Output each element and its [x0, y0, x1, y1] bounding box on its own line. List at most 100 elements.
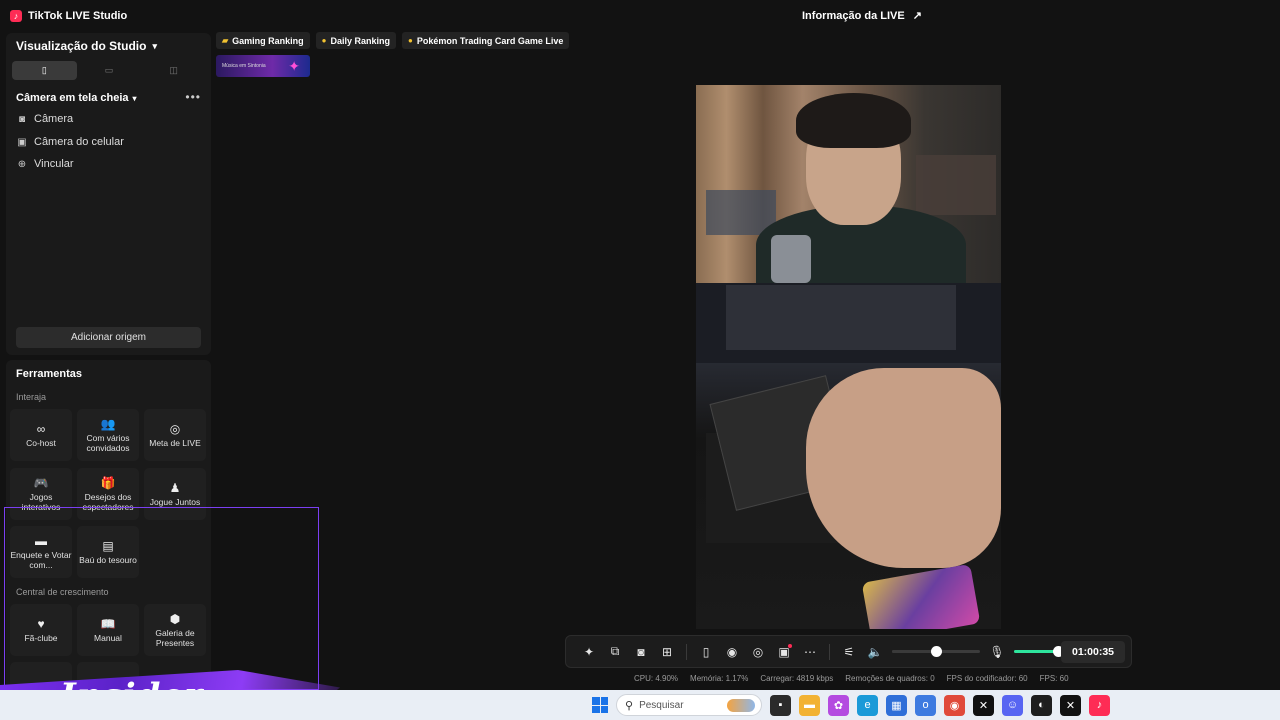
speaker-volume-slider[interactable] [892, 646, 980, 657]
tool-label: Desejos dos espectadores [82, 491, 134, 512]
windows-taskbar: ⚲ Pesquisar ▪ ▬ ✿ e ▦ o ◉ ✕ ☺ ◐ ✕ ♪ [0, 690, 1280, 720]
tool-label: Manual [94, 632, 122, 643]
landscape-layout-icon[interactable]: ▭ [77, 61, 142, 80]
tool-interactive-games[interactable]: 🎮 Jogos interativos [10, 468, 72, 520]
poll-icon: ▬ [35, 533, 47, 548]
video-camera-icon[interactable]: ▣ [771, 639, 797, 665]
booster-pack [861, 563, 981, 629]
snapshot-icon[interactable]: ◙ [628, 639, 654, 665]
tool-play-together[interactable]: ♟ Jogue Juntos [144, 468, 206, 520]
speaker-icon[interactable]: 🔈 [862, 639, 888, 665]
tool-label: Baú do tesouro [79, 554, 137, 565]
stat-dropped-frames: Remoções de quadros: 0 [845, 674, 935, 683]
live-timer: 01:00:35 [1061, 641, 1125, 663]
effects-icon[interactable]: ⧉ [602, 639, 628, 665]
ranking-gaming[interactable]: ▰ Gaming Ranking [216, 32, 310, 49]
source-item-link[interactable]: ⊕ Vincular [16, 158, 74, 170]
store-icon[interactable]: ▦ [886, 694, 907, 716]
tool-treasure-chest[interactable]: ▤ Baú do tesouro [77, 526, 139, 578]
portrait-layout-icon[interactable]: ▯ [12, 61, 77, 80]
app-title: ♪ TikTok LIVE Studio [10, 10, 127, 22]
gift-wish-icon: 🎁 [100, 475, 116, 490]
medal-icon: ● [321, 36, 327, 45]
tool-live-goal[interactable]: ◎ Meta de LIVE [144, 409, 206, 461]
tools-title: Ferramentas [16, 368, 83, 380]
multi-guest-icon: 👥 [100, 416, 116, 431]
ranking-label: Pokémon Trading Card Game Live [416, 35, 564, 46]
add-media-icon[interactable]: ⊞ [654, 639, 680, 665]
source-label: Câmera do celular [34, 136, 124, 148]
mic-volume-fill [1014, 650, 1058, 653]
tool-poll[interactable]: ▬ Enquete e Votar com... [10, 526, 72, 578]
stats-bar: CPU: 4.90% Memória: 1.17% Carregar: 4819… [634, 674, 1069, 683]
stat-memory: Memória: 1.17% [690, 674, 749, 683]
source-item-phone-camera[interactable]: ▣ Câmera do celular [16, 136, 124, 148]
task-view-icon[interactable]: ▪ [770, 694, 791, 716]
ranking-pokemon[interactable]: ● Pokémon Trading Card Game Live [402, 32, 570, 49]
split-layout-icon[interactable]: ◫ [141, 61, 206, 80]
goal-icon: ◎ [169, 421, 181, 436]
add-source-button[interactable]: Adicionar origem [16, 327, 201, 348]
scene-dropdown[interactable]: Câmera em tela cheia ▾ [16, 92, 137, 104]
tool-fan-club[interactable]: ♥ Fã-clube [10, 604, 72, 656]
hand [806, 368, 1001, 568]
ranking-daily[interactable]: ● Daily Ranking [315, 32, 397, 49]
tool-cohost[interactable]: ∞ Co-host [10, 409, 72, 461]
microphone-icon[interactable]: 🎙 [984, 639, 1010, 665]
magic-wand-icon[interactable]: ✦ [576, 639, 602, 665]
edge-icon[interactable]: e [857, 694, 878, 716]
tool-gift-gallery[interactable]: ⬢ Galeria de Presentes [144, 604, 206, 656]
camera-feed-bottom [696, 283, 1001, 629]
phone-icon[interactable]: ▯ [693, 639, 719, 665]
tool-label: Meta de LIVE [149, 437, 201, 448]
copilot-icon[interactable]: ✿ [828, 694, 849, 716]
treasure-chest-icon: ▤ [102, 538, 114, 553]
interact-section-label: Interaja [16, 392, 47, 402]
heart-icon: ♥ [37, 616, 45, 631]
link-icon: ∞ [36, 421, 46, 436]
monitor-in-view [696, 283, 1001, 363]
monitor-screen [726, 285, 956, 350]
stream-preview[interactable] [696, 85, 1001, 629]
rankings-bar: ▰ Gaming Ranking ● Daily Ranking ● Pokém… [216, 32, 570, 49]
outlook-icon[interactable]: o [915, 694, 936, 716]
stat-cpu: CPU: 4.90% [634, 674, 679, 683]
obs-icon[interactable]: ◐ [1031, 694, 1052, 716]
more-options-icon[interactable]: ••• [185, 90, 201, 104]
search-placeholder: Pesquisar [639, 699, 684, 711]
capcut-icon[interactable]: ✕ [973, 694, 994, 716]
studio-view-dropdown[interactable]: Visualização do Studio ▾ [16, 39, 157, 53]
chevron-down-icon: ▾ [152, 40, 158, 51]
tool-label: Jogos interativos [21, 491, 61, 512]
shelf-decor [916, 155, 996, 215]
target-icon[interactable]: ◎ [745, 639, 771, 665]
tool-multi-guest[interactable]: 👥 Com vários convidados [77, 409, 139, 461]
taskbar-search[interactable]: ⚲ Pesquisar [616, 694, 762, 716]
promo-banner[interactable]: Música em Sintonia ✦ [216, 55, 310, 77]
layout-toggle: ▯ ▭ ◫ [12, 61, 206, 80]
studio-title-text: Visualização do Studio [16, 39, 147, 53]
file-explorer-icon[interactable]: ▬ [799, 694, 820, 716]
windows-start-icon[interactable] [592, 697, 608, 713]
record-icon[interactable]: ◉ [719, 639, 745, 665]
tiktok-live-icon[interactable]: ♪ [1089, 694, 1110, 716]
app-title-text: TikTok LIVE Studio [28, 10, 128, 22]
live-info-button[interactable]: Informação da LIVE ↗ [802, 9, 922, 23]
search-icon: ⚲ [625, 699, 634, 712]
chevron-down-icon: ▾ [132, 93, 137, 103]
source-item-camera[interactable]: ◙ Câmera [16, 113, 73, 125]
title-bar: ♪ TikTok LIVE Studio [0, 0, 1280, 32]
settings-sliders-icon[interactable]: ⚟ [836, 639, 862, 665]
tool-manual[interactable]: 📖 Manual [77, 604, 139, 656]
discord-icon[interactable]: ☺ [1002, 694, 1023, 716]
notification-dot [788, 643, 792, 648]
source-label: Vincular [34, 158, 74, 170]
chrome-icon[interactable]: ◉ [944, 694, 965, 716]
tool-viewer-wishes[interactable]: 🎁 Desejos dos espectadores [77, 468, 139, 520]
more-icon[interactable]: ⋯ [797, 639, 823, 665]
tool-label: Fã-clube [24, 632, 58, 643]
source-label: Câmera [34, 113, 74, 125]
tool-label: Galeria de Presentes [155, 627, 195, 648]
speaker-volume-knob[interactable] [931, 646, 942, 657]
capcut-icon[interactable]: ✕ [1060, 694, 1081, 716]
